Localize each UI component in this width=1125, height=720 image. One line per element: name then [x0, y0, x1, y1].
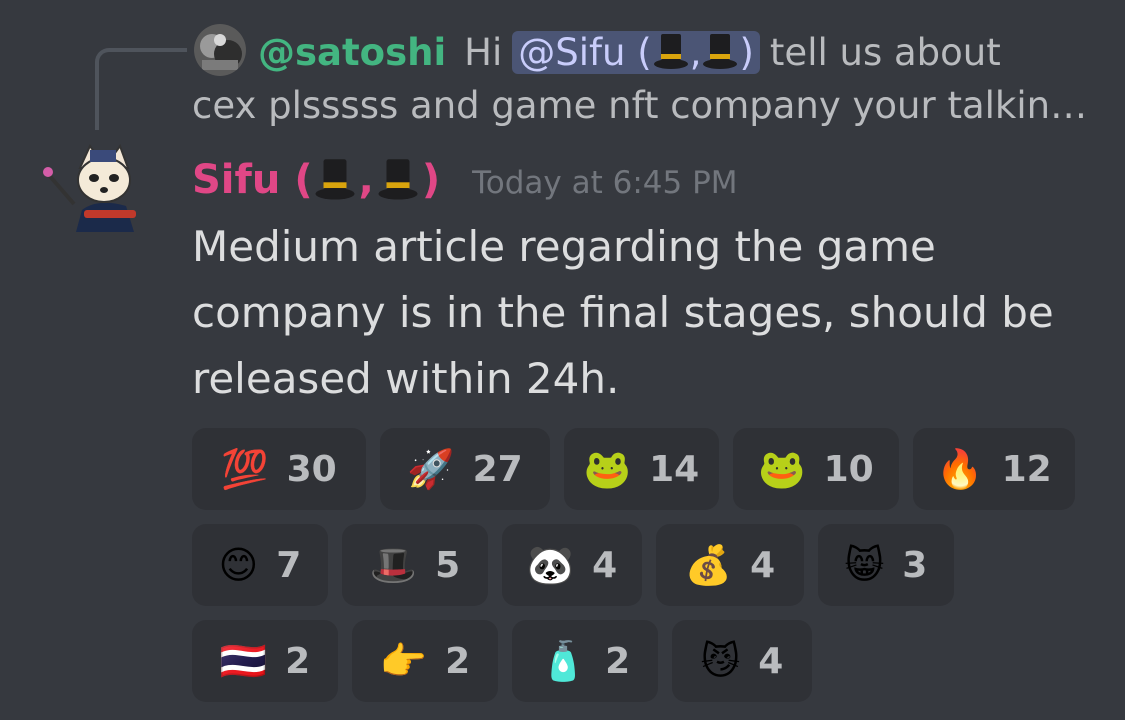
alice-face-icon: 😊 — [218, 543, 259, 587]
reaction-count: 2 — [445, 640, 471, 682]
author-name: Sifu ( — [192, 157, 313, 203]
reaction-row: 😊 7 🎩 5 🐼 4 💰 4 😸 3 — [192, 524, 1089, 606]
reply-greeting: Hi — [464, 30, 503, 74]
reaction-count: 10 — [823, 448, 874, 490]
reply-avatar[interactable] — [194, 24, 246, 76]
cheshire-cat-icon: 😸 — [844, 543, 885, 587]
reply-preview-line[interactable]: @satoshi Hi @Sifu ( , ) tell us about — [258, 24, 1001, 80]
reaction-cheshire-cat[interactable]: 😸 3 — [818, 524, 954, 606]
reaction-count: 2 — [285, 640, 311, 682]
reaction-money-bag[interactable]: 💰 4 — [656, 524, 804, 606]
top-hat-icon — [378, 159, 418, 200]
reaction-lotion-bottle[interactable]: 🧴 2 — [512, 620, 658, 702]
reaction-frog-face[interactable]: 🐸 10 — [733, 428, 899, 510]
mention-sep: , — [689, 30, 702, 74]
money-bag-icon: 💰 — [684, 543, 733, 587]
author-sep: , — [358, 157, 374, 203]
message-content: Medium article regarding the game compan… — [192, 222, 1054, 403]
reaction-count: 4 — [750, 544, 776, 586]
pointing-right-icon: 👉 — [379, 639, 428, 683]
reaction-rocket[interactable]: 🚀 27 — [380, 428, 550, 510]
reaction-sifu-panda[interactable]: 🐼 4 — [502, 524, 642, 606]
black-cat-grin-icon: 😼 — [700, 639, 741, 683]
pepe-frog-icon: 🐸 — [583, 447, 632, 491]
reply-spine — [95, 48, 187, 130]
reaction-fire[interactable]: 🔥 12 — [913, 428, 1075, 510]
mention-close: ) — [739, 30, 754, 74]
frog-face-icon: 🐸 — [758, 447, 806, 491]
mention-sifu[interactable]: @Sifu ( , ) — [512, 30, 760, 74]
rocket-icon: 🚀 — [407, 447, 455, 491]
reaction-pepe-frog[interactable]: 🐸 14 — [564, 428, 719, 510]
top-hat-icon: 🎩 — [369, 543, 418, 587]
reaction-top-hat[interactable]: 🎩 5 — [342, 524, 488, 606]
reaction-alice-face[interactable]: 😊 7 — [192, 524, 328, 606]
message-author[interactable]: Sifu ( , ) — [192, 157, 442, 203]
reaction-count: 27 — [472, 448, 523, 490]
reaction-count: 7 — [276, 544, 302, 586]
author-avatar[interactable] — [42, 140, 154, 240]
reaction-count: 14 — [649, 448, 700, 490]
fire-icon: 🔥 — [936, 447, 984, 491]
reaction-count: 3 — [902, 544, 928, 586]
message-header: Sifu ( , ) Today at 6:45 PM — [192, 152, 738, 208]
sifu-panda-icon: 🐼 — [526, 543, 575, 587]
reaction-row: 🇹🇭 2 👉 2 🧴 2 😼 4 — [192, 620, 1089, 702]
reaction-black-cat-grin[interactable]: 😼 4 — [672, 620, 812, 702]
reaction-thailand-flag[interactable]: 🇹🇭 2 — [192, 620, 338, 702]
reaction-count: 4 — [592, 544, 618, 586]
message-timestamp[interactable]: Today at 6:45 PM — [472, 165, 737, 201]
author-close: ) — [421, 157, 441, 203]
reaction-count: 30 — [286, 448, 337, 490]
reaction-count: 2 — [605, 640, 631, 682]
thailand-flag-icon: 🇹🇭 — [219, 639, 268, 683]
reactions-bar: 💯 30 🚀 27 🐸 14 🐸 10 🔥 12 😊 7 🎩 5 🐼 4 💰 4… — [192, 428, 1089, 716]
reply-text-line2[interactable]: cex plsssss and game nft company your ta… — [192, 80, 1087, 132]
mention-text: @Sifu ( — [518, 30, 652, 74]
hundred-points-icon: 💯 — [221, 447, 269, 491]
top-hat-icon — [315, 159, 355, 200]
reply-text: tell us about — [769, 30, 1001, 74]
reaction-pointing-right[interactable]: 👉 2 — [352, 620, 498, 702]
reply-author[interactable]: @satoshi — [258, 31, 446, 74]
reaction-count: 4 — [758, 640, 784, 682]
lotion-bottle-icon: 🧴 — [539, 639, 588, 683]
top-hat-icon — [653, 34, 688, 69]
reaction-count: 12 — [1001, 448, 1052, 490]
reaction-row: 💯 30 🚀 27 🐸 14 🐸 10 🔥 12 — [192, 428, 1089, 510]
reaction-count: 5 — [435, 544, 461, 586]
reaction-hundred-points[interactable]: 💯 30 — [192, 428, 366, 510]
top-hat-icon — [703, 34, 738, 69]
